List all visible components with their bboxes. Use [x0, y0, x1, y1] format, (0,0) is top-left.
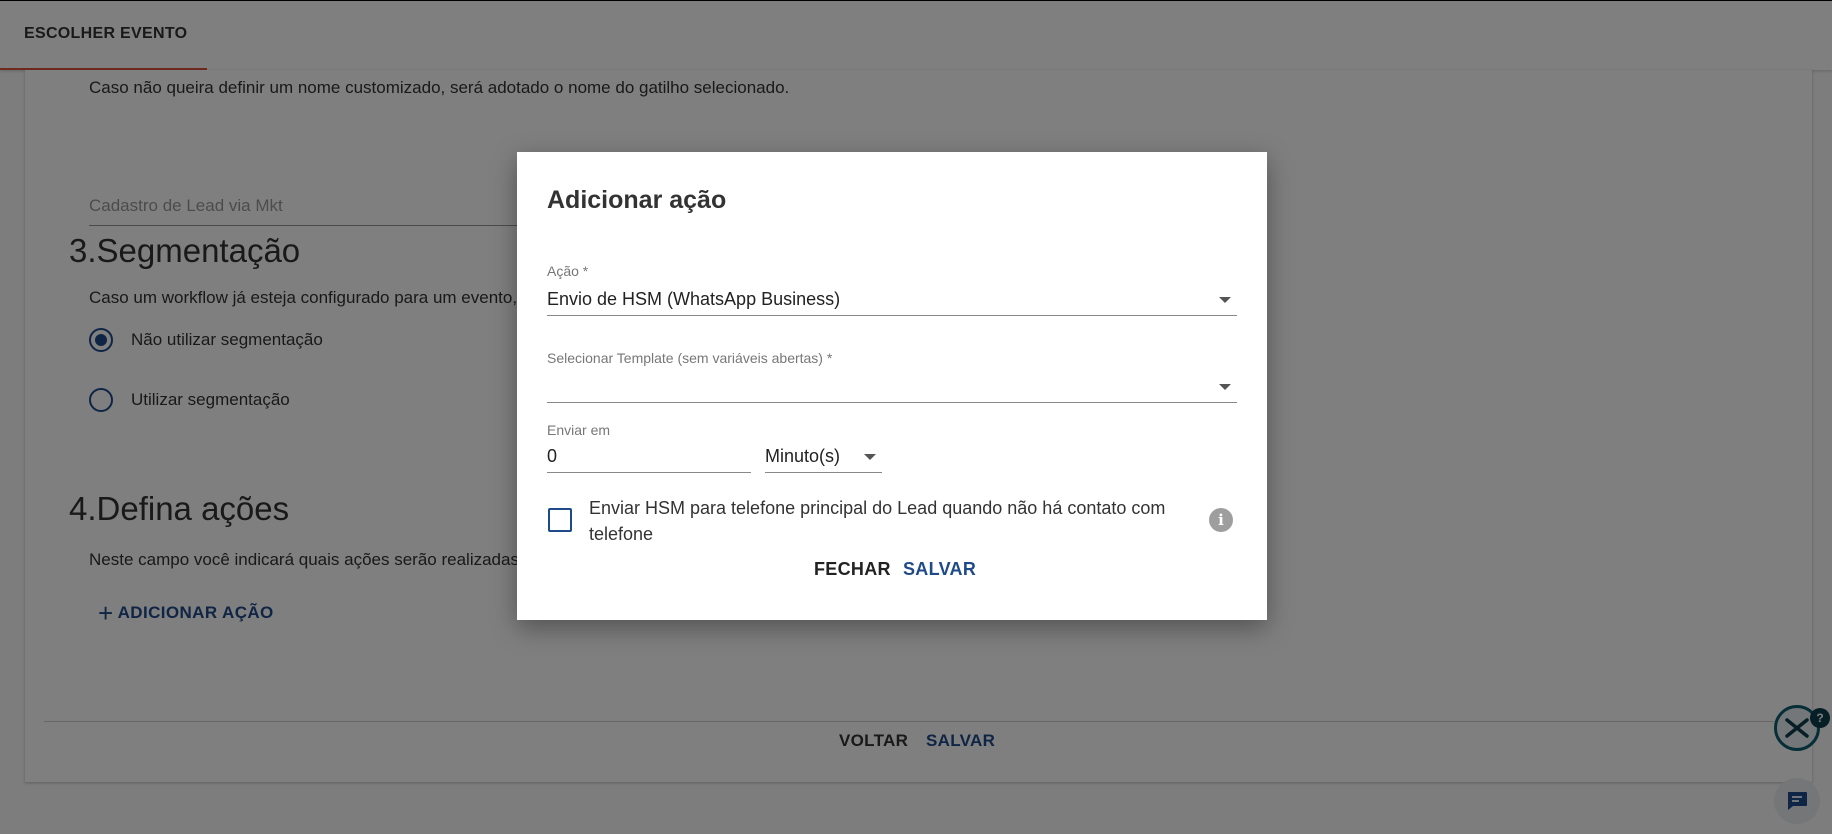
template-field-label: Selecionar Template (sem variáveis abert…: [547, 350, 833, 366]
action-select-value: Envio de HSM (WhatsApp Business): [547, 289, 841, 309]
action-select[interactable]: Envio de HSM (WhatsApp Business): [547, 285, 1237, 316]
action-field-label: Ação *: [547, 263, 589, 279]
dropdown-arrow-icon: [1219, 384, 1231, 390]
send-in-input[interactable]: 0: [547, 442, 751, 473]
dropdown-arrow-icon: [1219, 297, 1231, 303]
send-hsm-main-phone-label: Enviar HSM para telefone principal do Le…: [589, 498, 1166, 544]
time-unit-select[interactable]: Minuto(s): [765, 442, 882, 473]
send-in-label: Enviar em: [547, 422, 611, 438]
info-icon[interactable]: i: [1209, 508, 1233, 532]
template-select[interactable]: [547, 372, 1237, 403]
close-button[interactable]: FECHAR: [814, 559, 891, 580]
time-unit-value: Minuto(s): [765, 446, 841, 466]
save-action-button[interactable]: SALVAR: [903, 559, 976, 580]
add-action-dialog: Adicionar ação Ação * Envio de HSM (What…: [517, 152, 1267, 620]
send-hsm-main-phone-checkbox[interactable]: [548, 508, 572, 532]
dialog-title: Adicionar ação: [547, 186, 727, 214]
dropdown-arrow-icon: [864, 454, 876, 460]
send-in-value: 0: [547, 446, 558, 466]
